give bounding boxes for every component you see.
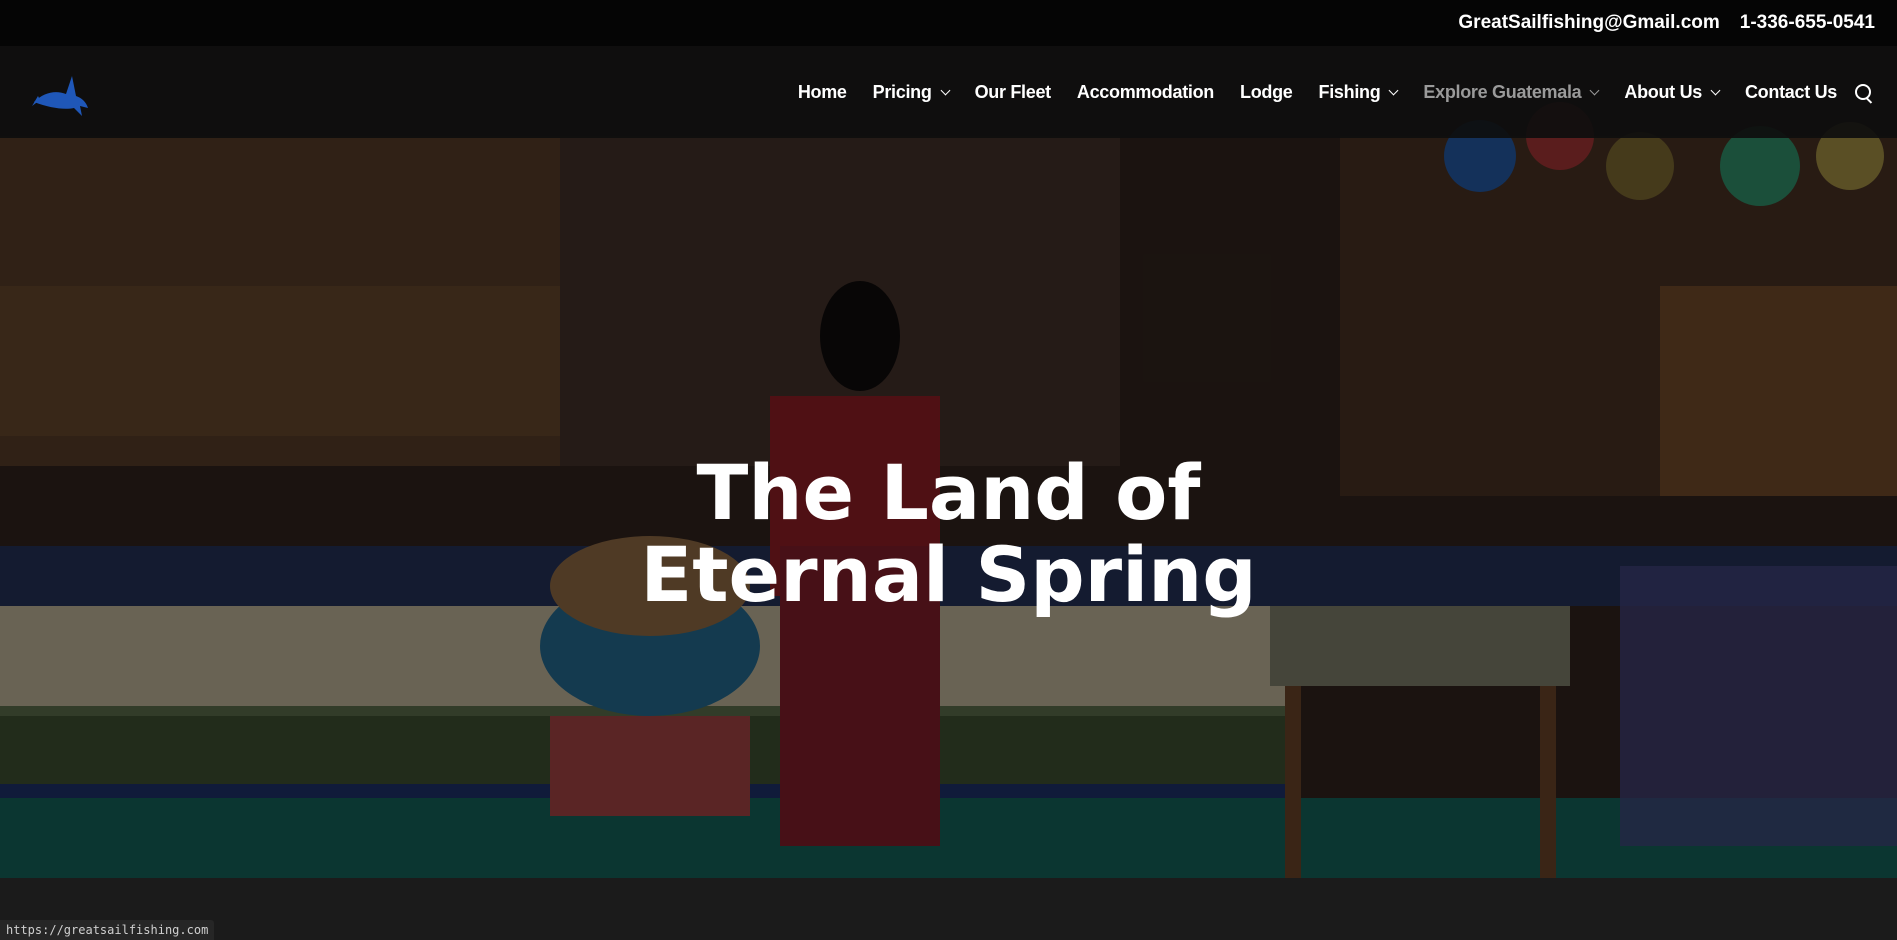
hero-title: The Land of Eternal Spring xyxy=(0,452,1897,616)
nav-item-about-us[interactable]: About Us xyxy=(1624,81,1721,103)
nav-item-accommodation[interactable]: Accommodation xyxy=(1077,82,1214,103)
nav-item-label: Home xyxy=(797,81,847,102)
nav-item-explore-guatemala[interactable]: Explore Guatemala xyxy=(1423,81,1600,103)
top-contact-bar: GreatSailfishing@Gmail.com 1-336-655-054… xyxy=(0,0,1897,46)
chevron-down-icon xyxy=(1589,85,1600,95)
chevron-down-icon xyxy=(1710,85,1721,95)
contact-phone[interactable]: 1-336-655-0541 xyxy=(1740,12,1875,34)
nav-item-fishing[interactable]: Fishing xyxy=(1318,81,1399,103)
chevron-down-icon xyxy=(940,85,951,95)
nav-item-label: Fishing xyxy=(1318,81,1381,102)
nav-item-label: Explore Guatemala xyxy=(1423,81,1582,102)
nav-item-label: About Us xyxy=(1624,81,1702,102)
nav-item-label: Accommodation xyxy=(1076,81,1215,102)
nav-item-pricing[interactable]: Pricing xyxy=(872,81,951,103)
nav-item-label: Contact Us xyxy=(1744,81,1837,102)
nav-item-lodge[interactable]: Lodge xyxy=(1240,82,1293,103)
chevron-down-icon xyxy=(1388,85,1399,95)
status-bar-url: https://greatsailfishing.com xyxy=(0,920,215,940)
sailfish-logo-icon[interactable] xyxy=(30,66,94,118)
nav-item-contact-us[interactable]: Contact Us xyxy=(1745,82,1837,103)
hero-title-text: The Land of Eternal Spring xyxy=(640,448,1257,619)
nav-item-our-fleet[interactable]: Our Fleet xyxy=(974,81,1052,103)
search-icon[interactable] xyxy=(1855,84,1871,100)
nav-item-label: Our Fleet xyxy=(974,81,1052,102)
contact-email[interactable]: GreatSailfishing@Gmail.com xyxy=(1458,12,1719,34)
nav-item-label: Pricing xyxy=(872,81,932,102)
nav-item-home[interactable]: Home xyxy=(798,82,847,103)
nav-item-label: Lodge xyxy=(1240,81,1293,102)
main-nav-menu: Home Pricing Our Fleet Accommodation Lod… xyxy=(772,46,1871,138)
main-navbar: Home Pricing Our Fleet Accommodation Lod… xyxy=(0,46,1897,138)
